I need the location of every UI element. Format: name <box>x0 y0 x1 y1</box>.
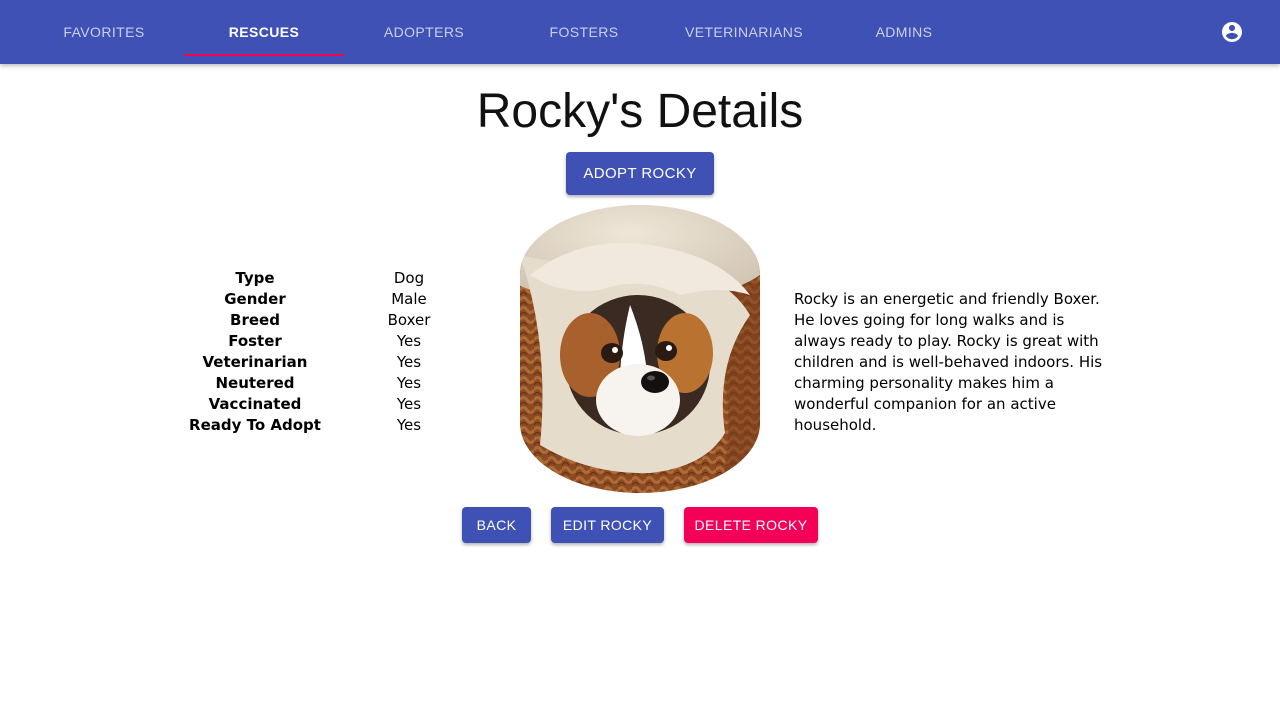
detail-value: Boxer <box>387 311 431 329</box>
puppy-in-basket-image <box>520 205 760 493</box>
detail-value: Dog <box>393 269 425 287</box>
detail-row-type: Type Dog <box>180 268 488 289</box>
detail-label: Neutered <box>215 374 295 392</box>
detail-value: Yes <box>396 353 422 371</box>
tab-adopters[interactable]: ADOPTERS <box>344 0 504 64</box>
detail-row-gender: Gender Male <box>180 289 488 310</box>
detail-row-neutered: Neutered Yes <box>180 373 488 394</box>
detail-label: Ready To Adopt <box>189 416 321 434</box>
account-circle-icon <box>1222 22 1242 42</box>
detail-label: Gender <box>224 290 286 308</box>
detail-value: Yes <box>396 416 422 434</box>
detail-label: Foster <box>228 332 282 350</box>
detail-value: Yes <box>396 374 422 392</box>
delete-button[interactable]: DELETE ROCKY <box>684 507 818 543</box>
back-button[interactable]: BACK <box>462 507 531 543</box>
detail-row-foster: Foster Yes <box>180 331 488 352</box>
detail-row-ready-to-adopt: Ready To Adopt Yes <box>180 415 488 436</box>
adopt-button[interactable]: ADOPT ROCKY <box>566 152 714 195</box>
detail-label: Vaccinated <box>208 395 302 413</box>
tab-veterinarians[interactable]: VETERINARIANS <box>664 0 824 64</box>
page-title: Rocky's Details <box>476 85 804 138</box>
detail-value: Yes <box>396 332 422 350</box>
tab-admins[interactable]: ADMINS <box>824 0 984 64</box>
detail-row-veterinarian: Veterinarian Yes <box>180 352 488 373</box>
detail-row-vaccinated: Vaccinated Yes <box>180 394 488 415</box>
detail-label: Veterinarian <box>202 353 308 371</box>
detail-value: Male <box>391 290 427 308</box>
edit-button[interactable]: EDIT ROCKY <box>551 507 664 543</box>
detail-label: Type <box>235 269 275 287</box>
tab-fosters[interactable]: FOSTERS <box>504 0 664 64</box>
detail-label: Breed <box>230 311 280 329</box>
tab-favorites[interactable]: FAVORITES <box>24 0 184 64</box>
detail-value: Yes <box>396 395 422 413</box>
detail-row-breed: Breed Boxer <box>180 310 488 331</box>
active-tab-indicator <box>184 54 344 56</box>
pet-description: Rocky is an energetic and friendly Boxer… <box>794 290 1103 434</box>
pet-details-table: Type Dog Gender Male Breed Boxer Foster … <box>180 268 488 436</box>
pet-photo <box>520 205 760 493</box>
account-button[interactable] <box>1208 8 1256 56</box>
top-app-bar: FAVORITES RESCUES ADOPTERS FOSTERS VETER… <box>0 0 1280 64</box>
